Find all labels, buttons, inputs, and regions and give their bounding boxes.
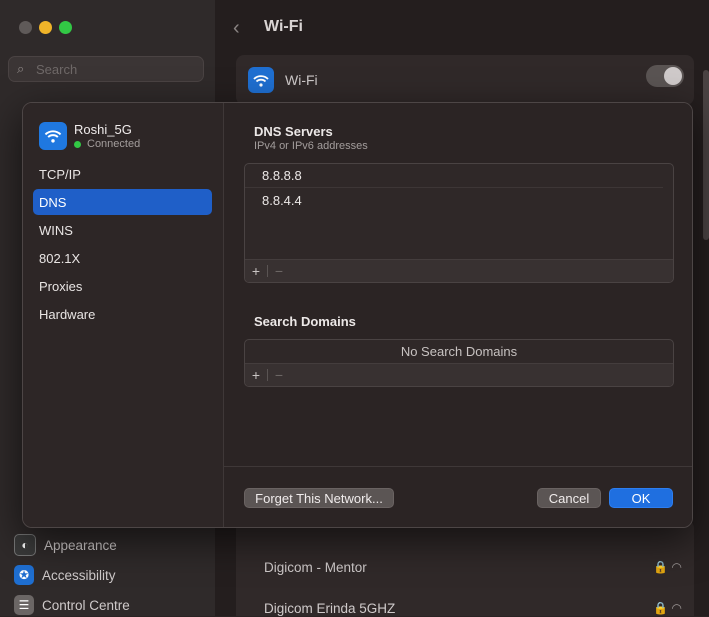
sheet-footer: Forget This Network... Cancel OK <box>224 466 692 527</box>
wifi-icon <box>248 67 274 93</box>
control-centre-icon: ☰ <box>14 595 34 615</box>
sidebar-item-label: Appearance <box>44 537 117 553</box>
status-text: Connected <box>87 138 141 150</box>
network-name: Roshi_5G <box>74 122 132 137</box>
dns-servers-subtitle: IPv4 or IPv6 addresses <box>254 140 368 152</box>
sidebar-item-label: Accessibility <box>42 567 116 583</box>
tab-label: DNS <box>39 194 67 210</box>
dns-settings-pane: DNS Servers IPv4 or IPv6 addresses 8.8.8… <box>224 103 692 527</box>
search-field[interactable]: ⌕ Search <box>8 56 204 82</box>
tab-label: 802.1X <box>39 250 81 266</box>
network-name[interactable]: Digicom Erinda 5GHZ <box>264 601 395 616</box>
cancel-button[interactable]: Cancel <box>537 488 601 508</box>
wifi-toggle-card: Wi-Fi <box>236 55 694 105</box>
close-window-button[interactable] <box>19 21 32 34</box>
dns-server-row[interactable]: 8.8.8.8 <box>245 164 663 188</box>
wifi-toggle[interactable] <box>646 65 684 87</box>
add-dns-server-button[interactable]: + <box>245 260 267 282</box>
forget-network-button[interactable]: Forget This Network... <box>244 488 394 508</box>
page-title: Wi-Fi <box>264 18 303 35</box>
wifi-card-label: Wi-Fi <box>285 72 318 88</box>
tab-label: TCP/IP <box>39 166 81 182</box>
lock-wifi-icon: 🔒 ◠ <box>653 601 682 615</box>
sidebar-item-accessibility[interactable]: ✪ Accessibility <box>14 563 116 587</box>
network-list: Digicom - Mentor 🔒 ◠ Digicom Erinda 5GHZ… <box>236 520 694 616</box>
network-details-sheet: Roshi_5G Connected TCP/IP DNS WINS 802.1… <box>22 102 693 528</box>
search-placeholder: Search <box>36 62 78 77</box>
add-search-domain-button[interactable]: + <box>245 364 267 386</box>
search-domains-title: Search Domains <box>254 314 356 329</box>
search-domains-list: No Search Domains + − <box>244 339 674 387</box>
empty-state-text: No Search Domains <box>400 344 518 359</box>
dns-server-row[interactable]: 8.8.4.4 <box>245 188 663 212</box>
tab-proxies[interactable]: Proxies <box>33 273 212 299</box>
tab-label: WINS <box>39 222 73 238</box>
zoom-window-button[interactable] <box>59 21 72 34</box>
connection-status: Connected <box>74 138 140 150</box>
remove-dns-server-button[interactable]: − <box>268 260 290 282</box>
network-name[interactable]: Digicom - Mentor <box>264 560 367 575</box>
search-domains-controls: + − <box>245 363 673 386</box>
dns-servers-title: DNS Servers <box>254 124 333 139</box>
lock-wifi-icon: 🔒 ◠ <box>653 560 682 574</box>
tab-tcp-ip[interactable]: TCP/IP <box>33 161 212 187</box>
connected-status-dot <box>74 140 81 148</box>
dns-list-controls: + − <box>245 259 673 282</box>
dns-servers-list: 8.8.8.8 8.8.4.4 + − <box>244 163 674 283</box>
back-chevron-icon[interactable]: ‹ <box>233 17 240 40</box>
minimize-window-button[interactable] <box>39 21 52 34</box>
sidebar-item-label: Control Centre <box>42 597 130 613</box>
tab-dns[interactable]: DNS <box>33 189 212 215</box>
tab-label: Hardware <box>39 306 96 322</box>
scrollbar[interactable] <box>703 70 709 240</box>
sidebar-item-control-centre[interactable]: ☰ Control Centre <box>14 593 130 617</box>
wifi-icon <box>39 122 67 150</box>
tab-802-1x[interactable]: 802.1X <box>33 245 212 271</box>
sheet-sidebar: Roshi_5G Connected TCP/IP DNS WINS 802.1… <box>23 103 224 527</box>
accessibility-icon: ✪ <box>14 565 34 585</box>
tab-hardware[interactable]: Hardware <box>33 301 212 327</box>
tab-label: Proxies <box>39 278 83 294</box>
search-icon: ⌕ <box>17 61 25 76</box>
appearance-icon: ◐ <box>14 534 36 556</box>
tab-wins[interactable]: WINS <box>33 217 212 243</box>
remove-search-domain-button[interactable]: − <box>268 364 290 386</box>
ok-button[interactable]: OK <box>609 488 673 508</box>
sidebar-item-appearance[interactable]: ◐ Appearance <box>14 533 117 557</box>
